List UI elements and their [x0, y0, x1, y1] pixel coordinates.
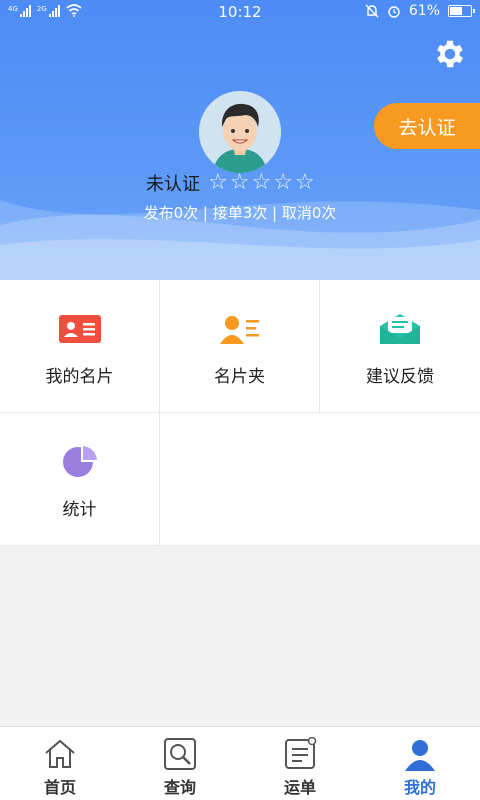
avatar-icon	[199, 91, 281, 173]
tab-mine[interactable]: 我的	[360, 727, 480, 800]
stat-published: 发布0次	[143, 204, 199, 222]
star-icon: ☆	[251, 170, 272, 195]
tab-search[interactable]: 查询	[120, 727, 240, 800]
menu-my-card[interactable]: 我的名片	[0, 280, 160, 413]
menu-label: 建议反馈	[366, 367, 434, 387]
menu-feedback[interactable]: 建议反馈	[320, 280, 480, 413]
tab-waybill[interactable]: 运单	[240, 727, 360, 800]
user-icon	[405, 740, 435, 771]
tab-label: 我的	[403, 778, 436, 797]
empty-cell	[160, 413, 480, 546]
mute-bell-icon	[365, 4, 379, 18]
certification-status: 未认证	[146, 174, 200, 195]
tab-label: 首页	[43, 778, 76, 797]
rating-stars: ☆ ☆ ☆ ☆ ☆	[208, 172, 315, 194]
stat-cancelled: 取消0次	[281, 204, 337, 222]
waybill-icon	[285, 737, 317, 769]
star-icon: ☆	[229, 170, 250, 195]
stat-separator: |	[198, 204, 213, 222]
menu-card-holder[interactable]: 名片夹	[160, 280, 320, 413]
profile-header: 去认证 未认证 ☆ ☆ ☆ ☆ ☆ 发布0次 | 接单3次 | 取消0次	[0, 0, 480, 280]
activity-stats: 发布0次 | 接单3次 | 取消0次	[0, 202, 480, 223]
id-card-icon	[58, 315, 101, 343]
bottom-navigation: 首页 查询 运单 我的	[0, 726, 480, 800]
certify-button-label: 去认证	[398, 116, 456, 139]
menu-label: 我的名片	[45, 367, 114, 387]
feature-grid: 我的名片 名片夹 建议反馈 统计	[0, 280, 480, 546]
certification-status-row: 未认证 ☆ ☆ ☆ ☆ ☆	[146, 170, 315, 196]
avatar[interactable]	[199, 91, 281, 173]
stat-separator: |	[267, 204, 282, 222]
gear-icon[interactable]	[432, 36, 468, 72]
feedback-mail-icon	[380, 314, 420, 344]
star-icon: ☆	[208, 170, 228, 195]
battery-icon	[448, 5, 475, 17]
menu-label: 名片夹	[214, 367, 265, 387]
stat-accepted: 接单3次	[212, 204, 268, 222]
tab-home[interactable]: 首页	[0, 727, 120, 800]
certify-button[interactable]: 去认证	[374, 103, 480, 149]
star-icon: ☆	[294, 170, 315, 195]
menu-label: 统计	[62, 500, 97, 520]
tab-label: 查询	[163, 778, 196, 797]
search-icon	[164, 738, 196, 770]
home-icon	[45, 739, 75, 768]
tab-label: 运单	[283, 778, 316, 797]
menu-statistics[interactable]: 统计	[0, 413, 160, 546]
pie-chart-icon	[62, 446, 97, 477]
battery-level	[450, 7, 462, 15]
alarm-icon	[388, 6, 400, 18]
contacts-icon	[219, 316, 259, 344]
battery-percent: 61%	[408, 3, 440, 19]
star-icon: ☆	[273, 170, 293, 195]
status-bar: 4G 2G 10:12 61%	[0, 0, 480, 24]
